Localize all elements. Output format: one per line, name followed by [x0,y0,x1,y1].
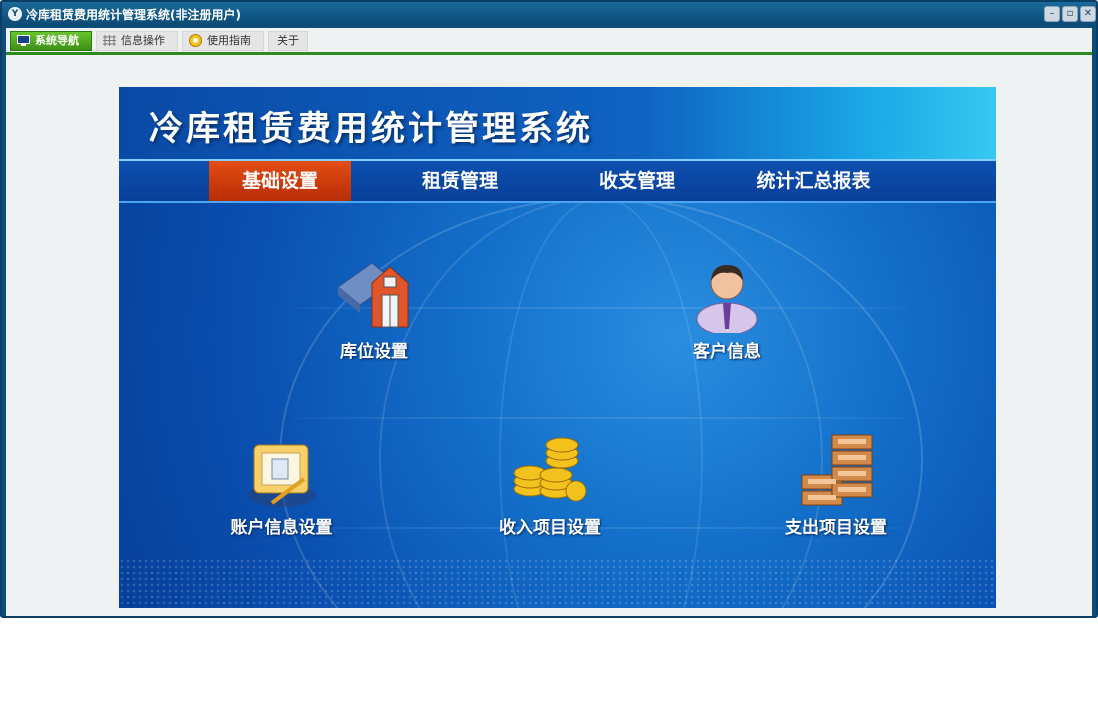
panel-header: 冷库租赁费用统计管理系统 [119,87,996,159]
tab-label: 信息操作 [121,34,165,47]
expense-icon [801,434,873,506]
account-icon [247,444,316,507]
item-label: 收入项目设置 [499,518,601,538]
account-settings-button[interactable]: 账户信息设置 [209,433,354,538]
dot-pattern [119,558,996,608]
income-items-button[interactable]: 收入项目设置 [475,433,625,538]
tab-user-guide[interactable]: 使用指南 [182,31,264,51]
item-label: 账户信息设置 [230,518,333,538]
module-nav: 基础设置 租赁管理 收支管理 统计汇总报表 [119,159,996,203]
nav-finance-management[interactable]: 收支管理 [566,161,708,201]
warehouse-icon [337,262,409,328]
tab-about[interactable]: 关于 [268,31,308,51]
expense-items-button[interactable]: 支出项目设置 [761,433,911,538]
nav-lease-management[interactable]: 租赁管理 [389,161,531,201]
item-label: 库位设置 [340,342,408,362]
minimize-button[interactable]: – [1044,6,1060,22]
window-title: 冷库租赁费用统计管理系统(非注册用户) [26,8,241,22]
title-bar: Y 冷库租赁费用统计管理系统(非注册用户) – ▫ ✕ [2,2,1096,26]
nav-summary-reports[interactable]: 统计汇总报表 [731,161,896,201]
customer-icon [696,265,758,336]
navigation-panel: 冷库租赁费用统计管理系统 基础设置 租赁管理 收支管理 统计汇总报表 库位设置 … [119,87,996,608]
item-label: 客户信息 [693,342,761,362]
coins-icon [513,437,587,502]
grid-icon [103,35,116,46]
globe-latitude [289,417,909,419]
help-icon [189,34,202,47]
tab-strip: 系统导航 信息操作 使用指南 关于 [6,28,1092,52]
system-title: 冷库租赁费用统计管理系统 [149,109,593,149]
close-button[interactable]: ✕ [1080,6,1096,22]
monitor-icon [17,35,30,46]
tab-system-nav[interactable]: 系统导航 [10,31,92,51]
restore-button[interactable]: ▫ [1062,6,1078,22]
tab-info-ops[interactable]: 信息操作 [96,31,178,51]
tab-label: 系统导航 [35,34,79,47]
customer-info-button[interactable]: 客户信息 [667,257,787,362]
nav-basic-settings[interactable]: 基础设置 [209,161,351,201]
app-icon: Y [8,7,22,21]
tab-label: 使用指南 [207,34,251,47]
warehouse-settings-button[interactable]: 库位设置 [314,257,434,362]
item-label: 支出项目设置 [785,518,887,538]
tab-label: 关于 [277,34,299,47]
